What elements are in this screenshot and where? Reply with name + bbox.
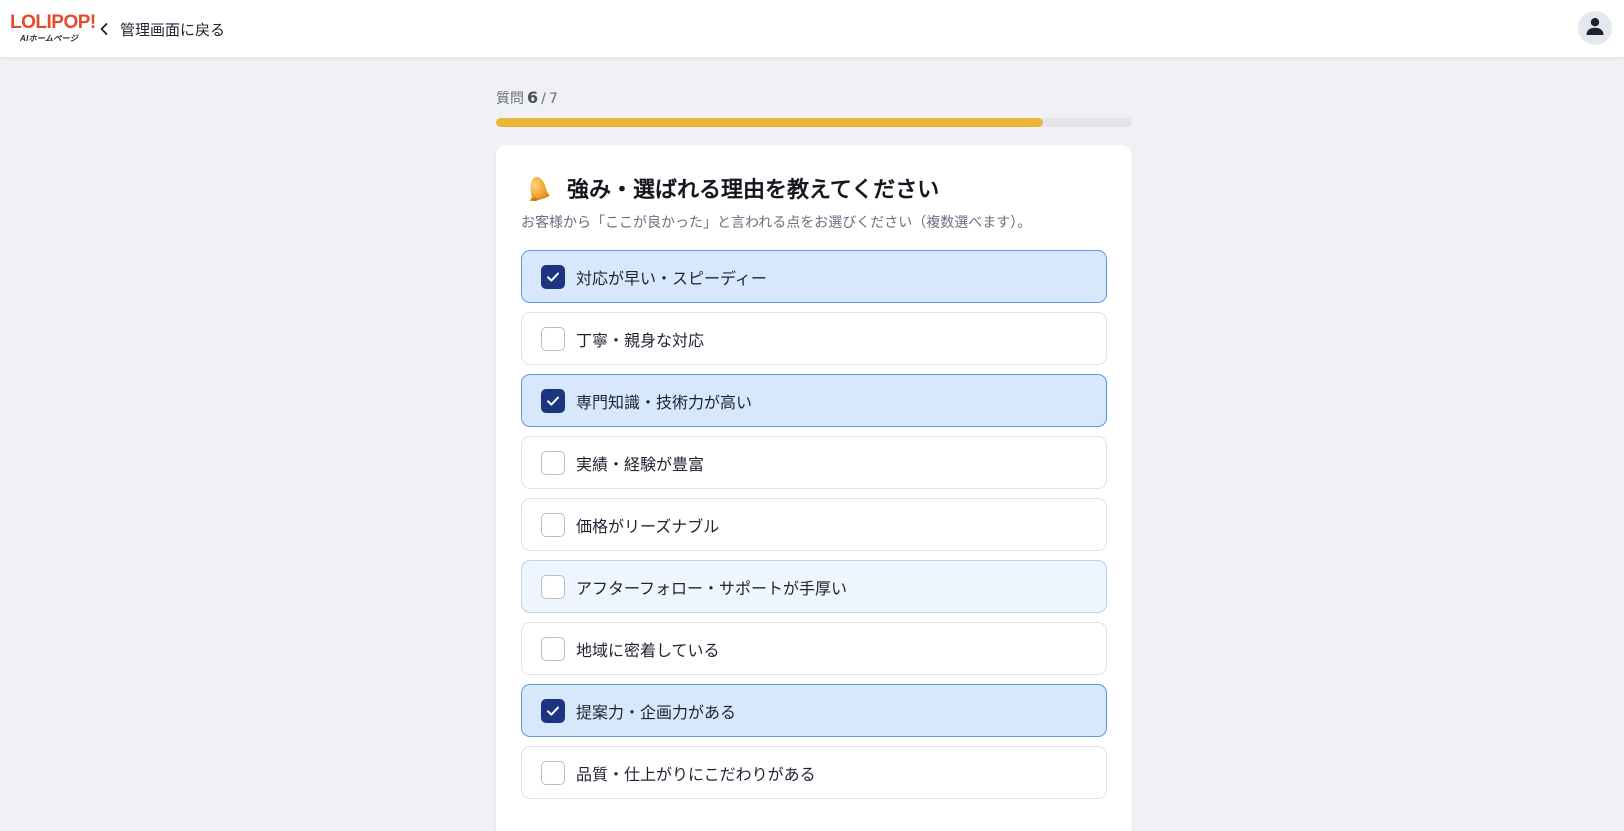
logo[interactable]: LOLIPOP! AIホームページ	[10, 12, 96, 43]
checkbox-checked[interactable]	[541, 698, 565, 723]
option-item[interactable]: 提案力・企画力がある	[521, 684, 1107, 737]
option-label: 品質・仕上がりにこだわりがある	[576, 764, 816, 784]
bell-icon	[521, 172, 553, 204]
checkmark-icon	[547, 396, 559, 406]
logo-main-text: LOLIPOP!	[10, 12, 96, 33]
checkbox[interactable]	[541, 760, 565, 785]
progress-bar	[496, 118, 1132, 127]
checkbox-checked[interactable]	[541, 264, 565, 289]
user-avatar-button[interactable]	[1578, 11, 1612, 45]
option-label: 専門知識・技術力が高い	[576, 392, 753, 412]
question-description: お客様から「ここが良かった」と言われる点をお選びください（複数選べます）。	[521, 215, 1032, 231]
option-item[interactable]: 丁寧・親身な対応	[521, 312, 1107, 365]
question-title: 強み・選ばれる理由を教えてください	[567, 178, 940, 203]
top-bar: LOLIPOP! AIホームページ 管理画面に戻る	[0, 0, 1624, 58]
question-card: 強み・選ばれる理由を教えてください お客様から「ここが良かった」と言われる点をお…	[496, 145, 1132, 831]
option-item[interactable]: アフターフォロー・サポートが手厚い	[521, 560, 1107, 613]
progress-bar-fill	[496, 118, 1043, 127]
option-item[interactable]: 地域に密着している	[521, 622, 1107, 675]
checkbox[interactable]	[541, 574, 565, 599]
progress-label: 質問 6 / 7	[496, 88, 1132, 107]
checkbox[interactable]	[541, 512, 565, 537]
user-icon	[1585, 16, 1605, 40]
questionnaire-main: 質問 6 / 7 強み・選ばれる理由を教えてください お客様から「ここが良かった…	[496, 58, 1132, 831]
option-item[interactable]: 価格がリーズナブル	[521, 498, 1107, 551]
options-list: 対応が早い・スピーディー 丁寧・親身な対応専門知識・技術力が高い 実績・経験が豊富価…	[521, 250, 1107, 799]
option-item[interactable]: 専門知識・技術力が高い	[521, 374, 1107, 427]
option-item[interactable]: 対応が早い・スピーディー	[521, 250, 1107, 303]
progress-current: 6	[527, 88, 539, 107]
checkbox[interactable]	[541, 326, 565, 351]
logo-sub-text: AIホームページ	[20, 34, 78, 43]
back-to-admin-link[interactable]: 管理画面に戻る	[100, 16, 225, 42]
checkbox[interactable]	[541, 450, 565, 475]
option-item[interactable]: 実績・経験が豊富	[521, 436, 1107, 489]
option-label: 地域に密着している	[576, 640, 720, 660]
option-label: 実績・経験が豊富	[576, 454, 705, 474]
checkbox-checked[interactable]	[541, 388, 565, 413]
option-label: 価格がリーズナブル	[576, 516, 720, 536]
chevron-left-icon	[100, 23, 108, 35]
progress-prefix: 質問	[496, 91, 524, 107]
checkmark-icon	[547, 706, 559, 716]
option-label: 提案力・企画力がある	[576, 702, 737, 722]
checkbox[interactable]	[541, 636, 565, 661]
option-label: 丁寧・親身な対応	[576, 330, 705, 350]
option-label: 対応が早い・スピーディー	[576, 268, 767, 288]
option-label: アフターフォロー・サポートが手厚い	[576, 578, 848, 598]
checkmark-icon	[547, 272, 559, 282]
option-item[interactable]: 品質・仕上がりにこだわりがある	[521, 746, 1107, 799]
progress-total: 7	[548, 91, 558, 107]
back-link-label: 管理画面に戻る	[120, 20, 226, 39]
progress-separator: /	[541, 91, 546, 107]
question-heading: 強み・選ばれる理由を教えてください	[521, 173, 1107, 203]
